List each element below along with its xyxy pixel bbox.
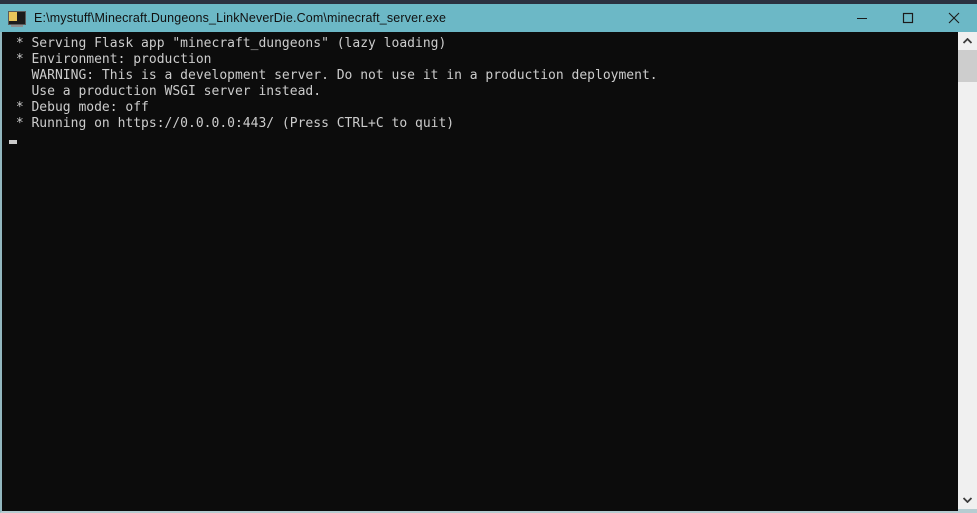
maximize-icon	[902, 12, 914, 24]
minimize-button[interactable]	[839, 4, 885, 32]
console-line: * Debug mode: off	[8, 100, 149, 115]
console-body: * Serving Flask app "minecraft_dungeons"…	[0, 32, 977, 513]
chevron-down-icon	[963, 497, 972, 503]
scrollbar-thumb[interactable]	[958, 50, 977, 82]
scroll-down-button[interactable]	[958, 491, 977, 509]
maximize-button[interactable]	[885, 4, 931, 32]
close-icon	[948, 12, 960, 24]
window-bottom-edge	[958, 509, 977, 513]
console-line: * Environment: production	[8, 52, 212, 67]
vertical-scrollbar[interactable]	[958, 32, 977, 513]
text-cursor	[9, 140, 17, 144]
console-line: WARNING: This is a development server. D…	[8, 68, 658, 83]
scroll-up-button[interactable]	[958, 32, 977, 50]
console-line: * Serving Flask app "minecraft_dungeons"…	[8, 36, 447, 51]
window-title: E:\mystuff\Minecraft.Dungeons_LinkNeverD…	[34, 11, 447, 25]
title-bar[interactable]: E:\mystuff\Minecraft.Dungeons_LinkNeverD…	[0, 4, 977, 32]
minimize-icon	[857, 18, 867, 19]
chevron-up-icon	[963, 38, 972, 44]
console-window: E:\mystuff\Minecraft.Dungeons_LinkNeverD…	[0, 0, 977, 513]
console-output[interactable]: * Serving Flask app "minecraft_dungeons"…	[2, 32, 958, 509]
close-button[interactable]	[931, 4, 977, 32]
console-app-icon	[8, 9, 26, 27]
console-line: Use a production WSGI server instead.	[8, 84, 322, 99]
console-line: * Running on https://0.0.0.0:443/ (Press…	[8, 116, 455, 131]
window-controls	[839, 4, 977, 32]
